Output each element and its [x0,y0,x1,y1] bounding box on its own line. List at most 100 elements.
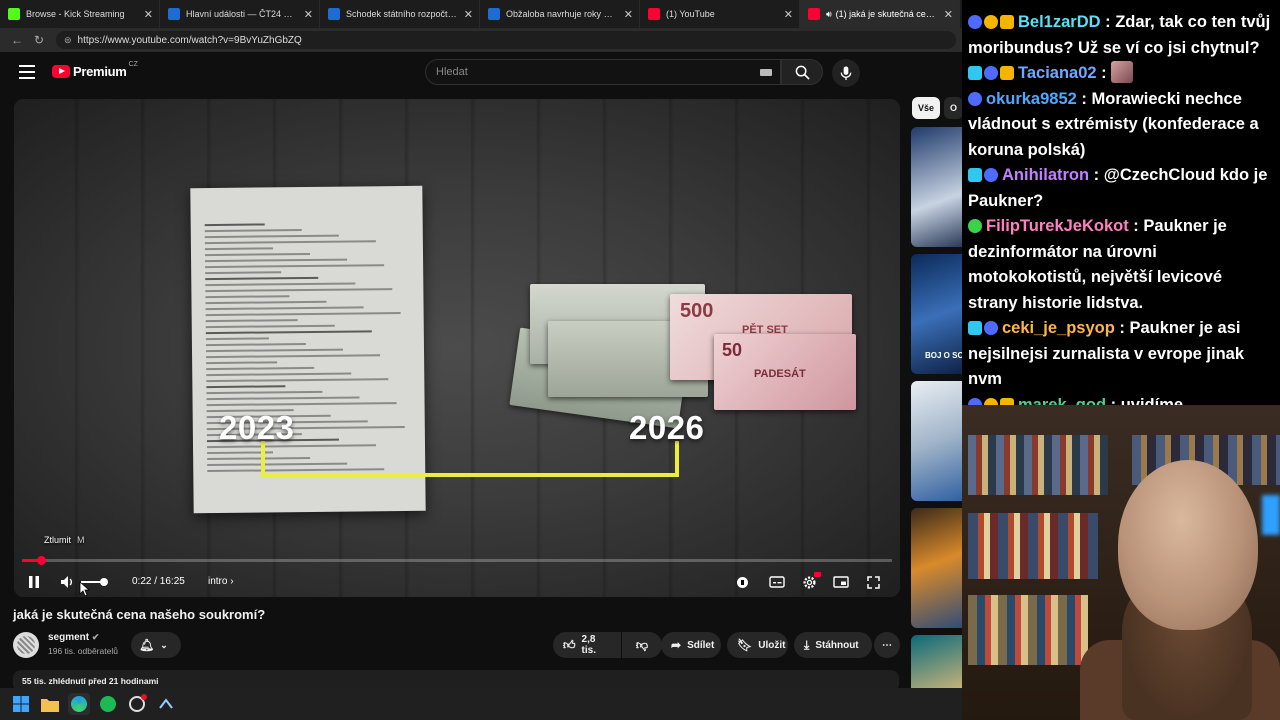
search-input[interactable]: Hledat [425,59,781,85]
search-button[interactable] [781,59,823,85]
browser-tab[interactable]: Obžaloba navrhuje roky vězení pr ✕ [480,0,640,28]
bookshelf-row [968,595,1088,665]
subtitles-icon [769,576,785,588]
miniplayer-icon [833,576,849,588]
like-button[interactable]: 👍︎ 2,8 tis. [553,632,621,658]
thumbs-down-icon: 👎︎ [635,637,649,652]
browser-tab[interactable]: 🔊︎(1) jaká je skutečná cena naše ✕ [800,0,960,28]
file-explorer-icon[interactable] [39,693,61,715]
document-text-line [205,264,385,269]
blue-badge-icon [968,15,982,29]
mute-button[interactable] [60,571,76,593]
document-text-line [205,330,372,335]
chat-username[interactable]: okurka9852 [986,90,1077,108]
chat-username[interactable]: Bel1zarDD [1018,13,1101,31]
banknote-value: 50 [722,340,743,360]
chip-all[interactable]: Vše [912,97,941,119]
channel-name[interactable]: segment ✔ [48,632,99,643]
document-text-line [206,366,315,371]
document-text-line [205,319,298,323]
document-text-line [205,343,306,347]
chat-separator: : [1089,166,1104,184]
windows-start-icon[interactable] [10,693,32,715]
microphone-icon [840,65,852,80]
related-thumbnail[interactable]: BOJ O SC [911,254,962,374]
tooltip-key: M [77,535,85,545]
volume-knob[interactable] [100,578,108,586]
site-info-icon[interactable]: ⊜ [64,35,72,46]
document-text-line [206,348,344,353]
timeline-connector [261,441,679,477]
tab-close-icon[interactable]: ✕ [304,8,313,21]
document-text-line [205,324,335,329]
subscribe-bell-button[interactable]: 🔔︎ ⌄ [131,632,181,658]
description-box[interactable]: 55 tis. zhlédnutí před 21 hodinami [13,670,899,688]
chapter-button[interactable]: intro › [208,571,234,593]
pause-button[interactable] [26,571,42,593]
share-button[interactable]: ➦ Sdílet [661,632,721,658]
url-field[interactable]: ⊜ https://www.youtube.com/watch?v=9BvYuZ… [56,31,956,49]
related-thumbnail[interactable] [911,508,962,628]
chat-separator: : [1100,13,1116,31]
browser-tab[interactable]: Schodek státního rozpočtu činil v ✕ [320,0,480,28]
chip-other[interactable]: O [944,97,962,119]
related-thumbnail[interactable] [911,381,962,501]
related-thumbnail[interactable] [911,635,962,688]
year-label-left: 2023 [219,409,295,446]
tab-close-icon[interactable]: ✕ [144,8,153,21]
spotify-icon[interactable] [97,693,119,715]
voice-search-button[interactable] [832,59,860,87]
chat-username[interactable]: Taciana02 [1018,64,1097,82]
channel-row: segment ✔ 196 tis. odběratelů 🔔︎ ⌄ 👍︎ 2,8 … [13,630,900,660]
youtube-play-icon [52,65,70,78]
channel-subscribers: 196 tis. odběratelů [48,646,118,656]
chat-username[interactable]: FilipTurekJeKokot [986,217,1129,235]
chat-username[interactable]: Anihilatron [1002,166,1089,184]
browser-tab[interactable]: Hlavní události — ČT24 — Česká t ✕ [160,0,320,28]
document-text-line [204,252,311,257]
steam-icon[interactable] [155,693,177,715]
tab-close-icon[interactable]: ✕ [784,8,793,21]
tab-close-icon[interactable]: ✕ [464,8,473,21]
dislike-button[interactable]: 👎︎ [622,632,662,658]
koruna-note-50: 50 PADESÁT [714,334,856,410]
related-thumbnail[interactable] [911,127,962,247]
fullscreen-button[interactable] [864,571,882,593]
youtube-header: Premium CZ Hledat [0,52,962,92]
speaker-icon[interactable]: 🔊︎ [826,9,832,20]
video-player[interactable]: 500 PĚT SET 50 PADESÁT 2023 2026 Ztlumit… [14,99,900,597]
tab-close-icon[interactable]: ✕ [944,8,953,21]
mouse-cursor-icon [79,581,90,597]
miniplayer-button[interactable] [832,571,850,593]
menu-icon[interactable] [19,65,35,79]
document-text-line [206,390,323,395]
channel-avatar[interactable] [13,632,39,658]
url-text: https://www.youtube.com/watch?v=9BvYuZhG… [77,34,302,46]
youtube-logo[interactable]: Premium CZ [52,61,138,79]
document-text-line [206,385,286,389]
reload-icon[interactable]: ↻ [28,29,50,51]
green-badge-icon [968,219,982,233]
logo-text: Premium [73,64,127,79]
obs-icon[interactable] [126,693,148,715]
keyboard-icon[interactable] [760,69,772,76]
youtube-icon [648,8,660,20]
document-text-line [205,276,319,281]
tab-title: Obžaloba navrhuje roky vězení pr [506,9,617,19]
blue-badge-icon [968,91,982,106]
browser-tab[interactable]: (1) YouTube ✕ [640,0,800,28]
fullscreen-icon [866,575,880,589]
autoplay-toggle[interactable] [734,571,750,593]
chat-username[interactable]: ceki_je_psyop [1002,319,1115,337]
player-controls: 0:22 / 16:25 intro › [14,567,900,597]
back-arrow-icon[interactable]: ← [6,29,28,51]
tab-close-icon[interactable]: ✕ [624,8,633,21]
settings-button[interactable] [800,571,821,593]
browser-tab[interactable]: Browse - Kick Streaming ✕ [0,0,160,28]
subtitles-button[interactable] [768,571,786,593]
more-actions-button[interactable]: ⋯ [874,632,900,658]
save-button[interactable]: 🔖︎ Uložit [727,632,788,658]
download-button[interactable]: ⤓ Stáhnout [794,632,872,658]
edge-icon[interactable] [68,693,90,715]
progress-bar[interactable] [22,556,892,565]
